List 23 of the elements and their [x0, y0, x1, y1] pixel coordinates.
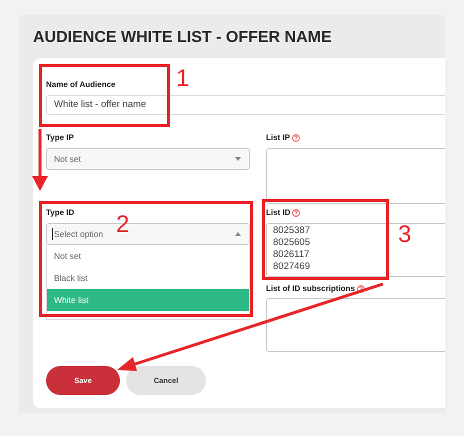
- help-icon[interactable]: [356, 285, 365, 293]
- annotation-number: 3: [398, 222, 412, 248]
- caret-up-icon: [235, 232, 241, 236]
- annotation-arrow: [32, 129, 48, 191]
- caret-down-icon: [235, 157, 241, 161]
- list-ip-textarea[interactable]: [266, 148, 445, 204]
- type-ip-select[interactable]: Not set: [46, 148, 250, 170]
- list-id-entry: 8026117: [273, 249, 310, 261]
- field-label: List IP: [266, 133, 290, 143]
- field-label: Type ID: [46, 208, 74, 218]
- list-id-entry: 8025605: [273, 237, 310, 249]
- help-icon[interactable]: [292, 209, 300, 217]
- field-label: List ID: [266, 208, 290, 218]
- name-input-field[interactable]: White list - offer name: [46, 95, 445, 115]
- list-id-entry: 8025387: [273, 225, 310, 237]
- subscriptions-textarea[interactable]: [266, 298, 445, 352]
- page-title: AUDIENCE WHITE LIST - OFFER NAME: [33, 28, 332, 48]
- field-label: Name of Audience: [46, 80, 116, 90]
- help-icon[interactable]: [292, 134, 300, 142]
- annotation-number: 1: [176, 66, 190, 92]
- list-id-entry: 8027469: [273, 261, 310, 273]
- field-label: Type IP: [46, 133, 74, 143]
- field-label: List of ID subscriptions: [266, 284, 355, 294]
